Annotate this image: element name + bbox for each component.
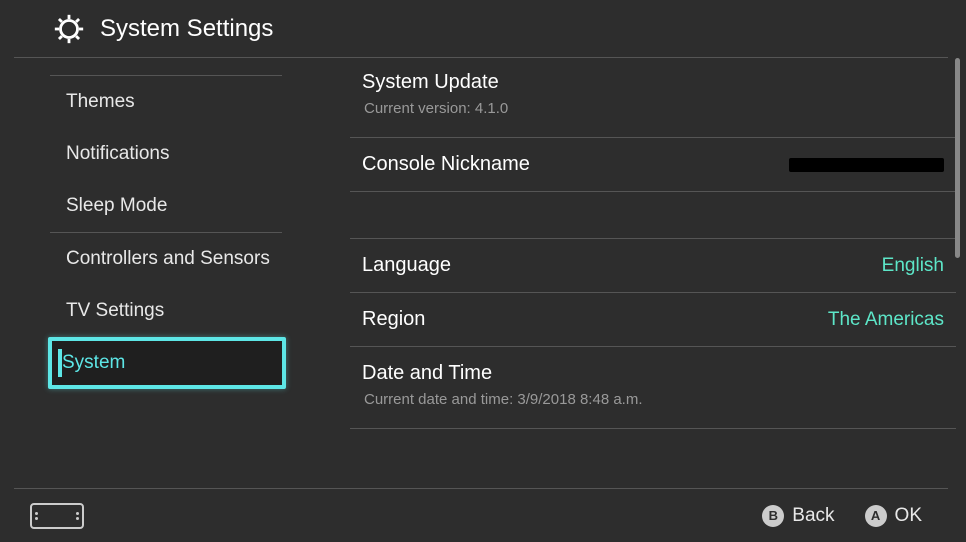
footer-bar: B Back A OK — [14, 488, 948, 542]
sidebar-item-themes[interactable]: Themes — [0, 76, 304, 128]
main-panel: System Update Current version: 4.1.0 Con… — [304, 58, 966, 488]
footer-buttons: B Back A OK — [762, 505, 922, 527]
setting-language[interactable]: Language English — [350, 238, 956, 293]
setting-label: Date and Time — [362, 362, 492, 385]
setting-subtext: Current date and time: 3/9/2018 8:48 a.m… — [350, 389, 956, 418]
setting-value: English — [882, 255, 944, 277]
sidebar: amiibo Themes Notifications Sleep Mode C… — [0, 58, 304, 488]
sidebar-item-label: Sleep Mode — [66, 195, 167, 216]
sidebar-item-label: Controllers and Sensors — [66, 248, 270, 269]
ok-label: OK — [895, 505, 922, 527]
sidebar-item-system[interactable]: System — [48, 337, 286, 389]
content-area: amiibo Themes Notifications Sleep Mode C… — [0, 58, 966, 488]
sidebar-item-amiibo[interactable]: amiibo — [0, 58, 304, 75]
sidebar-item-label: Themes — [66, 91, 135, 112]
setting-value-redacted — [789, 158, 944, 172]
gear-icon — [52, 12, 86, 46]
sidebar-item-notifications[interactable]: Notifications — [0, 128, 304, 180]
ok-button[interactable]: A OK — [865, 505, 922, 527]
sidebar-item-label: TV Settings — [66, 300, 164, 321]
setting-label: System Update — [362, 71, 499, 94]
setting-subtext: Current version: 4.1.0 — [350, 98, 956, 127]
scrollbar-thumb[interactable] — [955, 58, 960, 258]
controller-icon[interactable] — [30, 503, 84, 529]
b-button-icon: B — [762, 505, 784, 527]
setting-region[interactable]: Region The Americas — [350, 293, 956, 347]
setting-label: Language — [362, 254, 451, 277]
sidebar-item-label: Notifications — [66, 143, 170, 164]
setting-system-update[interactable]: System Update Current version: 4.1.0 — [350, 58, 956, 138]
setting-label: Console Nickname — [362, 153, 530, 176]
page-title: System Settings — [100, 15, 273, 43]
sidebar-item-label: amiibo — [66, 58, 122, 59]
back-label: Back — [792, 505, 834, 527]
setting-label: Region — [362, 308, 425, 331]
sidebar-item-tv-settings[interactable]: TV Settings — [0, 285, 304, 337]
header-bar: System Settings — [14, 0, 948, 58]
scrollbar[interactable] — [955, 58, 960, 488]
setting-console-nickname[interactable]: Console Nickname — [350, 138, 956, 192]
a-button-icon: A — [865, 505, 887, 527]
sidebar-item-controllers[interactable]: Controllers and Sensors — [0, 233, 304, 285]
setting-value: The Americas — [828, 309, 944, 331]
section-gap — [350, 192, 956, 238]
sidebar-item-sleep-mode[interactable]: Sleep Mode — [0, 180, 304, 232]
setting-date-time[interactable]: Date and Time Current date and time: 3/9… — [350, 347, 956, 429]
sidebar-item-label: System — [62, 352, 125, 373]
back-button[interactable]: B Back — [762, 505, 834, 527]
